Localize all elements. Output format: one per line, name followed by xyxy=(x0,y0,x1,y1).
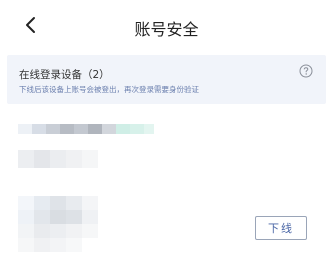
logout-device-button[interactable]: 下线 xyxy=(255,216,307,240)
device-item xyxy=(18,196,98,252)
banner-title: 在线登录设备（2） xyxy=(19,69,110,81)
device-detail-obscured xyxy=(18,224,98,238)
question-circle-icon xyxy=(299,63,313,82)
device-item xyxy=(18,124,154,168)
device-detail-obscured xyxy=(18,150,154,168)
banner-subtitle: 下线后该设备上账号会被登出，再次登录需要身份验证 xyxy=(19,85,199,94)
online-devices-banner: 在线登录设备（2） 下线后该设备上账号会被登出，再次登录需要身份验证 xyxy=(7,55,326,104)
page-title: 账号安全 xyxy=(134,20,199,39)
device-name-obscured xyxy=(18,196,98,210)
header: 账号安全 xyxy=(0,0,333,52)
device-name-obscured-row2 xyxy=(18,210,98,224)
help-button[interactable] xyxy=(299,63,313,82)
device-detail-obscured-row2 xyxy=(18,238,98,252)
device-name-obscured xyxy=(18,124,154,134)
account-security-page: 账号安全 在线登录设备（2） 下线后该设备上账号会被登出，再次登录需要身份验证 xyxy=(0,0,333,268)
